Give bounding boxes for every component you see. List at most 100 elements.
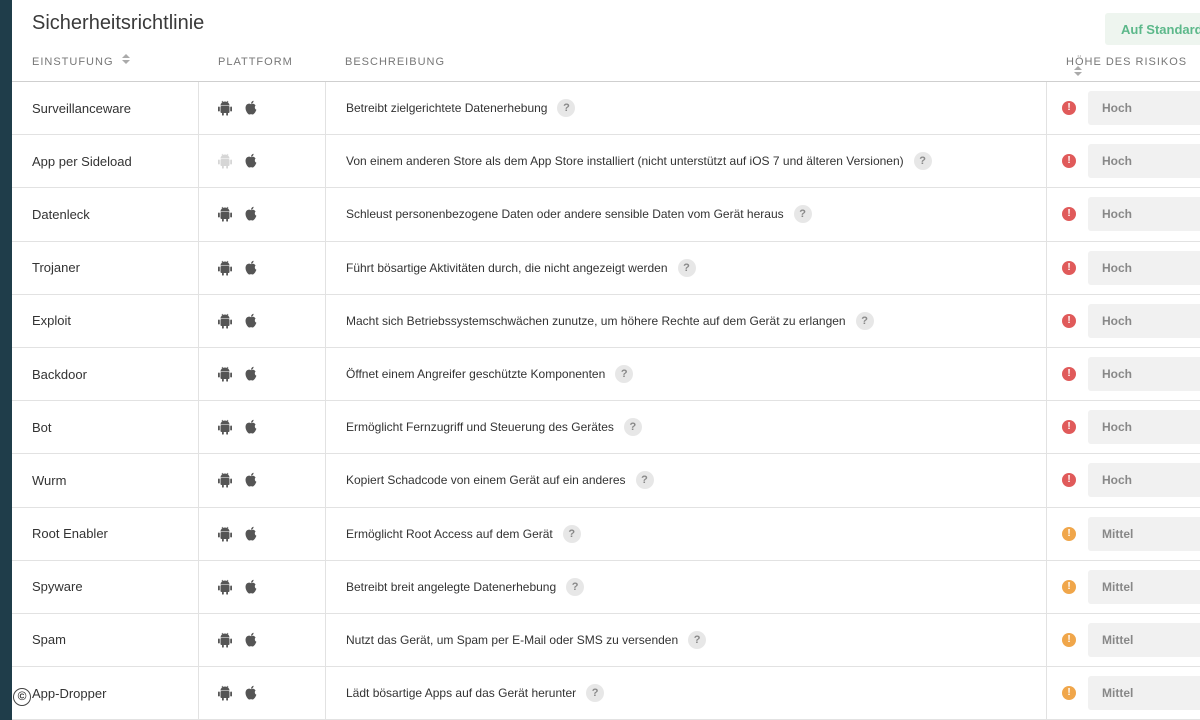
column-divider xyxy=(325,347,326,401)
table-row: Exploit Macht sich Betriebssystemschwäch… xyxy=(12,294,1200,348)
column-divider xyxy=(1046,667,1047,720)
help-icon[interactable]: ? xyxy=(855,311,874,330)
threat-description: Nutzt das Gerät, um Spam per E-Mail oder… xyxy=(346,632,679,647)
column-header-risk-label: HÖHE DES RISIKOS xyxy=(1066,56,1188,68)
android-icon xyxy=(218,206,232,223)
column-divider xyxy=(1046,613,1047,667)
column-divider xyxy=(325,82,326,135)
column-header-risk[interactable]: HÖHE DES RISIKOS xyxy=(1066,56,1200,80)
help-icon[interactable]: ? xyxy=(677,258,696,277)
risk-level-select[interactable]: Mittel xyxy=(1088,569,1200,604)
exclamation-icon: ! xyxy=(1062,260,1076,275)
platform-cell xyxy=(218,188,258,240)
risk-level-select[interactable]: Hoch xyxy=(1088,356,1200,391)
reset-to-default-button[interactable]: Auf Standard xyxy=(1105,13,1200,45)
threat-table: Surveillanceware Betreibt zielgerichtete… xyxy=(12,82,1200,720)
table-header: EINSTUFUNG PLATTFORM BESCHREIBUNG HÖHE D… xyxy=(12,48,1200,82)
android-icon xyxy=(218,100,232,116)
android-icon xyxy=(218,579,232,595)
platform-cell xyxy=(218,242,258,294)
platform-cell xyxy=(218,295,258,347)
table-row: App per Sideload Von einem anderen Store… xyxy=(12,135,1200,189)
apple-icon xyxy=(244,632,258,648)
exclamation-icon: ! xyxy=(1062,207,1076,222)
help-icon[interactable]: ? xyxy=(688,630,707,649)
risk-cell: ! Hoch xyxy=(1062,454,1200,506)
column-header-classification[interactable]: EINSTUFUNG xyxy=(32,54,130,68)
column-divider xyxy=(1046,507,1047,560)
threat-name: App-Dropper xyxy=(32,685,107,701)
help-icon[interactable]: ? xyxy=(635,471,654,490)
risk-level-select[interactable]: Hoch xyxy=(1088,410,1200,445)
exclamation-icon: ! xyxy=(1062,579,1076,594)
table-row: Root Enabler Ermöglicht Root Access auf … xyxy=(12,507,1200,561)
help-icon[interactable]: ? xyxy=(615,365,634,384)
column-divider xyxy=(1046,454,1047,507)
table-row: Backdoor Öffnet einem Angreifer geschütz… xyxy=(12,347,1200,402)
sort-icon[interactable] xyxy=(121,54,130,66)
help-icon[interactable]: ? xyxy=(566,577,585,596)
column-divider xyxy=(198,135,199,188)
platform-cell xyxy=(218,348,258,400)
exclamation-icon: ! xyxy=(1062,154,1076,169)
column-divider xyxy=(325,135,326,188)
risk-level-select[interactable]: Hoch xyxy=(1088,144,1200,179)
column-divider xyxy=(325,613,326,667)
description-cell: Lädt bösartige Apps auf das Gerät herunt… xyxy=(346,667,605,719)
table-row: Trojaner Führt bösartige Aktivitäten dur… xyxy=(12,241,1200,295)
risk-level-select[interactable]: Mittel xyxy=(1088,516,1200,551)
column-header-classification-label: EINSTUFUNG xyxy=(32,56,114,68)
table-row: Datenleck Schleust personenbezogene Date… xyxy=(12,188,1200,242)
risk-level-select[interactable]: Hoch xyxy=(1088,91,1200,125)
risk-cell: ! Hoch xyxy=(1062,295,1200,347)
exclamation-icon: ! xyxy=(1062,367,1076,382)
column-divider xyxy=(1046,294,1047,347)
column-divider xyxy=(325,507,326,560)
risk-level-select[interactable]: Hoch xyxy=(1088,303,1200,338)
risk-level-select[interactable]: Hoch xyxy=(1088,463,1200,498)
threat-name: Wurm xyxy=(32,472,67,488)
column-divider xyxy=(198,188,199,241)
description-cell: Macht sich Betriebssystemschwächen zunut… xyxy=(346,295,874,347)
exclamation-icon: ! xyxy=(1062,101,1076,116)
apple-icon xyxy=(244,419,258,435)
column-divider xyxy=(325,241,326,294)
threat-name: Trojaner xyxy=(32,260,80,276)
risk-level-select[interactable]: Mittel xyxy=(1088,622,1200,657)
description-cell: Öffnet einem Angreifer geschützte Kompon… xyxy=(346,348,634,400)
apple-icon xyxy=(244,206,258,222)
table-row: Wurm Kopiert Schadcode von einem Gerät a… xyxy=(12,454,1200,508)
help-icon[interactable]: ? xyxy=(557,99,576,118)
platform-cell xyxy=(218,454,258,506)
platform-cell xyxy=(218,401,258,453)
help-icon[interactable]: ? xyxy=(793,205,812,224)
risk-level-select[interactable]: Hoch xyxy=(1088,197,1200,232)
platform-cell xyxy=(218,82,258,134)
column-divider xyxy=(1046,560,1047,613)
platform-cell xyxy=(218,561,258,613)
apple-icon xyxy=(244,313,258,329)
help-icon[interactable]: ? xyxy=(586,684,605,703)
threat-description: Macht sich Betriebssystemschwächen zunut… xyxy=(346,313,846,328)
column-divider xyxy=(198,294,199,347)
help-icon[interactable]: ? xyxy=(913,152,932,171)
page-title: Sicherheitsrichtlinie xyxy=(32,12,205,34)
help-icon[interactable]: ? xyxy=(623,418,642,437)
column-divider xyxy=(198,401,199,454)
android-icon xyxy=(218,260,232,276)
risk-level-select[interactable]: Hoch xyxy=(1088,250,1200,285)
column-divider xyxy=(325,401,326,454)
sort-icon[interactable] xyxy=(1074,66,1082,78)
android-icon xyxy=(218,419,232,435)
table-row: Bot Ermöglicht Fernzugriff und Steuerung… xyxy=(12,401,1200,455)
apple-icon xyxy=(244,366,258,382)
threat-name: Spam xyxy=(32,632,66,648)
threat-description: Schleust personenbezogene Daten oder and… xyxy=(346,207,784,222)
column-divider xyxy=(1046,347,1047,401)
description-cell: Betreibt zielgerichtete Datenerhebung ? xyxy=(346,82,576,134)
help-icon[interactable]: ? xyxy=(562,524,581,543)
risk-level-select[interactable]: Mittel xyxy=(1088,676,1200,711)
apple-icon xyxy=(244,526,258,542)
description-cell: Ermöglicht Root Access auf dem Gerät ? xyxy=(346,508,581,560)
risk-cell: ! Hoch xyxy=(1062,82,1200,134)
